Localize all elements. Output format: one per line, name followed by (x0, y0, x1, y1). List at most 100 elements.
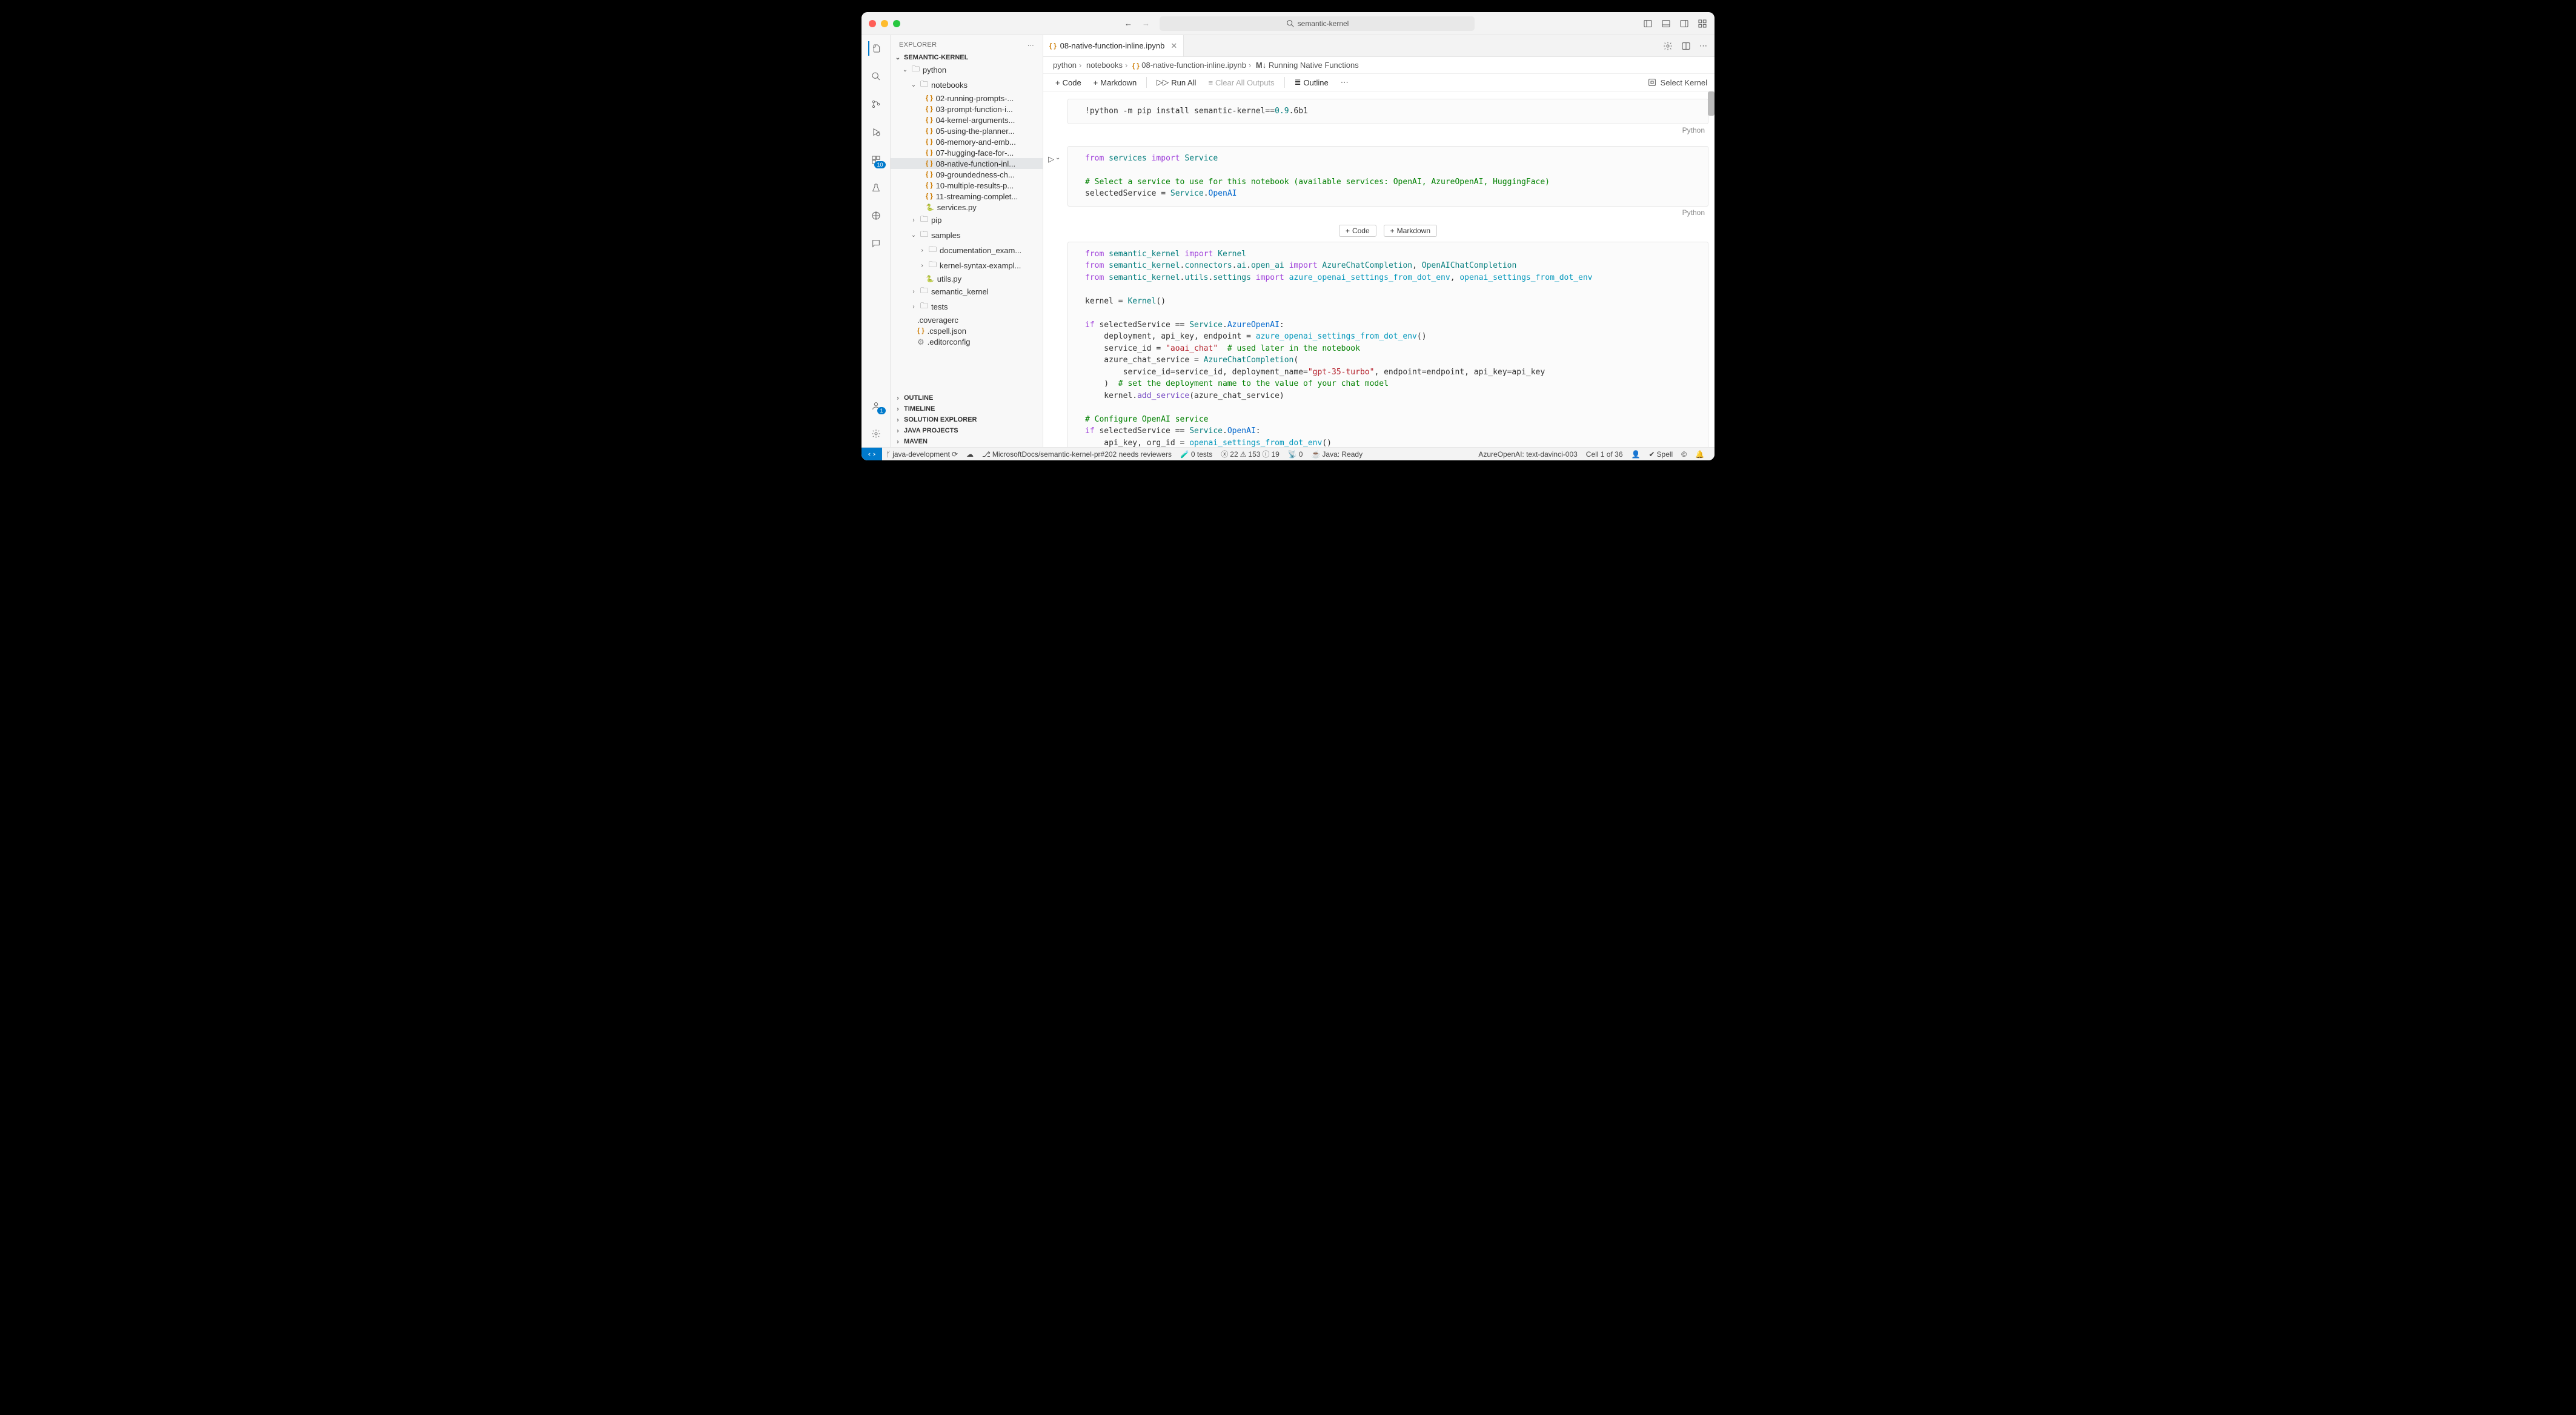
notebook-cell[interactable]: !python -m pip install semantic-kernel==… (1067, 99, 1708, 136)
file-notebook[interactable]: { }04-kernel-arguments... (891, 114, 1043, 125)
explorer-title: EXPLORER (899, 41, 937, 49)
search-icon (1286, 19, 1295, 28)
status-copilot-icon[interactable]: 👤 (1627, 450, 1645, 459)
tab-filename: 08-native-function-inline.ipynb (1060, 41, 1165, 50)
activity-bar: 10 1 (861, 35, 891, 447)
add-markdown-button[interactable]: +Markdown (1089, 77, 1142, 88)
status-pr[interactable]: ⎇ MicrosoftDocs/semantic-kernel-pr#202 n… (978, 450, 1176, 459)
tab-08-native[interactable]: { } 08-native-function-inline.ipynb ✕ (1043, 35, 1184, 56)
folder-semantic-kernel[interactable]: ›🗀semantic_kernel (891, 284, 1043, 299)
file-notebook[interactable]: { }10-multiple-results-p... (891, 180, 1043, 191)
notebook-body[interactable]: !python -m pip install semantic-kernel==… (1043, 91, 1715, 447)
testing-tab-icon[interactable] (869, 181, 883, 195)
status-branch[interactable]: ᚶ java-development ⟳ (882, 450, 962, 459)
titlebar: ← → semantic-kernel (861, 12, 1715, 35)
nav-forward-button[interactable]: → (1142, 19, 1150, 28)
select-kernel-button[interactable]: Select Kernel (1661, 78, 1707, 87)
layout-customize-icon[interactable] (1698, 19, 1707, 28)
minimize-window-button[interactable] (881, 20, 888, 27)
run-all-button[interactable]: ▷▷Run All (1152, 76, 1201, 88)
run-debug-tab-icon[interactable] (869, 125, 883, 139)
panel-java[interactable]: ›JAVA PROJECTS (891, 425, 1043, 436)
panel-solution[interactable]: ›SOLUTION EXPLORER (891, 414, 1043, 425)
extensions-tab-icon[interactable]: 10 (869, 153, 883, 167)
file-notebook[interactable]: { }11-streaming-complet... (891, 191, 1043, 202)
panel-outline[interactable]: ›OUTLINE (891, 393, 1043, 403)
code-cell-1[interactable]: !python -m pip install semantic-kernel==… (1067, 99, 1708, 124)
file-notebook-active[interactable]: { }08-native-function-inl... (891, 158, 1043, 169)
folder-notebooks[interactable]: ⌄🗀notebooks (891, 78, 1043, 93)
status-cloud-icon[interactable]: ☁ (962, 450, 978, 459)
chat-tab-icon[interactable] (869, 236, 883, 251)
explorer-sidebar: EXPLORER ⋯ ⌄ SEMANTIC-KERNEL ⌄🗀python ⌄🗀… (891, 35, 1043, 447)
panel-maven[interactable]: ›MAVEN (891, 436, 1043, 447)
layout-sidebar-right-icon[interactable] (1679, 19, 1689, 28)
folder-samples[interactable]: ⌄🗀samples (891, 228, 1043, 243)
code-cell-3[interactable]: from semantic_kernel import Kernel from … (1067, 242, 1708, 448)
file-notebook[interactable]: { }05-using-the-planner... (891, 125, 1043, 136)
remote-indicator[interactable] (861, 448, 882, 460)
code-cell-2[interactable]: from services import Service # Select a … (1067, 146, 1708, 207)
configure-notebook-icon[interactable] (1663, 41, 1673, 51)
file-notebook[interactable]: { }06-memory-and-emb... (891, 136, 1043, 147)
nav-arrows: ← → (1124, 19, 1150, 28)
more-actions-icon[interactable]: ⋯ (1699, 41, 1707, 51)
breadcrumb[interactable]: python› notebooks› { } 08-native-functio… (1043, 57, 1715, 74)
notebook-cell[interactable]: ▷ ⌄ from services import Service # Selec… (1067, 146, 1708, 219)
status-azure[interactable]: AzureOpenAI: text-davinci-003 (1474, 450, 1581, 459)
toolbar-more-icon[interactable]: ⋯ (1336, 76, 1353, 88)
split-editor-icon[interactable] (1681, 41, 1691, 51)
add-code-button[interactable]: +Code (1051, 77, 1086, 88)
file-py[interactable]: 🐍services.py (891, 202, 1043, 213)
status-tests[interactable]: 🧪 0 tests (1176, 450, 1217, 459)
folder-python[interactable]: ⌄🗀python (891, 62, 1043, 78)
file-utils-py[interactable]: 🐍utils.py (891, 273, 1043, 284)
status-bell-icon[interactable]: 🔔 (1691, 450, 1708, 459)
account-icon[interactable]: 1 (869, 399, 883, 413)
command-center-search[interactable]: semantic-kernel (1160, 16, 1475, 31)
outline-button[interactable]: ≣Outline (1290, 76, 1333, 88)
clear-outputs-button[interactable]: ≡Clear All Outputs (1203, 77, 1279, 88)
insert-markdown-button[interactable]: +Markdown (1384, 225, 1437, 237)
remote-tab-icon[interactable] (869, 208, 883, 223)
explorer-more-icon[interactable]: ⋯ (1027, 41, 1034, 49)
status-codicon[interactable]: © (1677, 450, 1691, 459)
file-editorconfig[interactable]: ⚙.editorconfig (891, 336, 1043, 348)
status-spell[interactable]: ✔ Spell (1644, 450, 1677, 459)
tab-close-icon[interactable]: ✕ (1170, 41, 1177, 51)
maximize-window-button[interactable] (893, 20, 900, 27)
status-java[interactable]: ☕ Java: Ready (1307, 450, 1367, 459)
status-cell[interactable]: Cell 1 of 36 (1582, 450, 1627, 459)
status-radio[interactable]: 📡 0 (1284, 450, 1307, 459)
folder-tests[interactable]: ›🗀tests (891, 299, 1043, 314)
layout-sidebar-left-icon[interactable] (1643, 19, 1653, 28)
cell-language-label: Python (1067, 207, 1708, 219)
project-root[interactable]: ⌄ SEMANTIC-KERNEL (891, 53, 1043, 62)
file-notebook[interactable]: { }09-groundedness-ch... (891, 169, 1043, 180)
extensions-badge: 10 (874, 161, 885, 168)
file-notebook[interactable]: { }07-hugging-face-for-... (891, 147, 1043, 158)
file-notebook[interactable]: { }03-prompt-function-i... (891, 104, 1043, 114)
folder-doc-exam[interactable]: ›🗀documentation_exam... (891, 243, 1043, 258)
file-cspell[interactable]: { }.cspell.json (891, 325, 1043, 336)
folder-pip[interactable]: ›🗀pip (891, 213, 1043, 228)
run-cell-gutter[interactable]: ▷ ⌄ (1048, 154, 1060, 164)
folder-kernel-syntax[interactable]: ›🗀kernel-syntax-exampl... (891, 258, 1043, 273)
close-window-button[interactable] (869, 20, 876, 27)
search-tab-icon[interactable] (869, 69, 883, 84)
explorer-tab-icon[interactable] (868, 41, 883, 56)
run-cell-icon[interactable]: ▷ (1048, 154, 1054, 164)
layout-panel-icon[interactable] (1661, 19, 1671, 28)
file-coveragerc[interactable]: .coveragerc (891, 314, 1043, 325)
settings-gear-icon[interactable] (869, 426, 883, 441)
cell-insert-row: +Code +Markdown (1067, 225, 1708, 237)
status-problems[interactable]: ⓧ 22 ⚠ 153 ⓘ 19 (1217, 449, 1284, 459)
source-control-tab-icon[interactable] (869, 97, 883, 111)
insert-code-button[interactable]: +Code (1339, 225, 1376, 237)
nav-back-button[interactable]: ← (1124, 19, 1132, 28)
cell-chevron-icon[interactable]: ⌄ (1055, 154, 1060, 164)
scrollbar-thumb[interactable] (1708, 91, 1715, 116)
file-notebook[interactable]: { }02-running-prompts-... (891, 93, 1043, 104)
panel-timeline[interactable]: ›TIMELINE (891, 403, 1043, 414)
notebook-cell[interactable]: from semantic_kernel import Kernel from … (1067, 242, 1708, 448)
